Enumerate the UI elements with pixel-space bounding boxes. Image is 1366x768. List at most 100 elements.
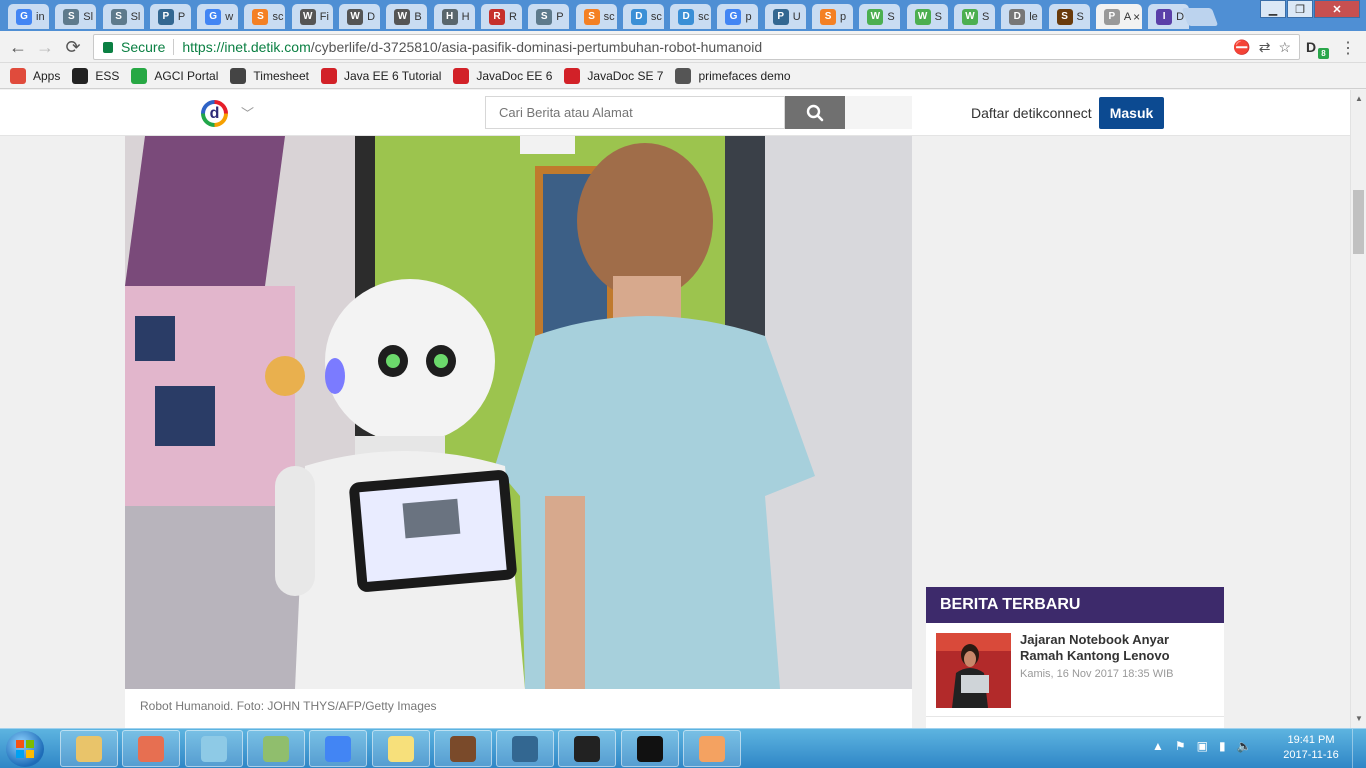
browser-tab[interactable]: HH [433,4,475,29]
bookmark-item[interactable]: JavaDoc SE 7 [564,67,663,84]
browser-tab[interactable]: P A × [1095,4,1142,29]
tab-title: sc [272,10,284,23]
device-icon[interactable]: ▣ [1197,739,1208,753]
scroll-thumb[interactable] [1353,190,1364,254]
header-spacer [845,96,912,129]
scroll-up-arrow-icon[interactable]: ▲ [1355,94,1363,103]
info-icon: I [1156,8,1173,25]
taskbar-app-button[interactable] [122,730,181,767]
lock-icon [103,41,113,53]
network-warning-icon[interactable]: ⚑ [1175,739,1186,753]
clock-date: 2017-11-16 [1283,749,1339,761]
java-ee-ide-icon [449,735,476,762]
tab-title: B [414,10,422,23]
url-host: https://inet.detik.com [182,39,311,55]
volume-icon[interactable]: 🔈 [1237,739,1252,753]
minimize-button[interactable]: ▁ [1260,0,1286,18]
blocked-content-icon[interactable]: ⛔ [1233,39,1250,56]
notes-icon [200,735,227,762]
browser-tab[interactable]: PP [149,4,191,29]
scroll-down-arrow-icon[interactable]: ▼ [1355,714,1363,723]
news-item[interactable]: Jajaran Notebook Anyar Ramah Kantong Len… [926,623,1224,717]
bookmark-item[interactable]: JavaDoc EE 6 [453,67,552,84]
firefox-icon [138,735,165,762]
primefaces-icon [675,67,692,84]
eclipse-icon [574,735,601,762]
taskbar-app-button[interactable] [246,730,305,767]
search-input[interactable] [485,96,785,129]
divider [173,39,175,55]
browser-tab[interactable]: SP [528,4,570,29]
bookmark-label: ESS [95,68,120,83]
tray-expand-icon[interactable]: ▲ [1152,739,1164,753]
browser-tab[interactable]: Gw [197,4,239,29]
system-clock[interactable]: 19:41 PM 2017-11-16 [1278,733,1344,763]
browser-tab[interactable]: Ssc [244,4,286,29]
taskbar-app-button[interactable] [60,730,118,767]
new-tab-button[interactable] [1181,8,1219,26]
browser-toolbar: ← → ⟳ Secure https://inet.detik.com/cybe… [0,31,1366,63]
browser-tab[interactable]: WD [339,4,381,29]
browser-tab[interactable]: S Sl [102,4,144,29]
reload-icon[interactable]: ⟳ [63,37,83,57]
omnibox-actions: ⛔ ⇄ ☆ [1233,39,1291,56]
browser-tab[interactable]: Ssc [575,4,617,29]
browser-tab[interactable]: WS [906,4,948,29]
taskbar-app-button[interactable] [683,730,741,767]
taskbar-app-button[interactable] [496,730,555,767]
address-bar[interactable]: Secure https://inet.detik.com/cyberlife/… [93,34,1300,60]
browser-tab[interactable]: Gp [717,4,759,29]
taskbar-app-button[interactable] [371,730,430,767]
show-desktop-button[interactable] [1352,729,1366,768]
translate-icon[interactable]: ⇄ [1259,39,1271,56]
browser-tab[interactable]: PU [764,4,806,29]
bookmark-item[interactable]: ESS [72,67,120,84]
chevron-down-icon[interactable]: ﹀ [241,103,254,122]
tab-title: S [934,10,942,23]
photo-caption: Robot Humanoid. Foto: JOHN THYS/AFP/Gett… [140,699,437,713]
maximize-button[interactable]: ❐ [1287,0,1313,18]
browser-tab[interactable]: RR [480,4,522,29]
browser-tab[interactable]: Dle [1001,4,1043,29]
taskbar-app-button[interactable] [620,730,679,767]
bookmark-item[interactable]: Apps [10,67,60,84]
browser-tab[interactable]: WS [859,4,901,29]
browser-tab[interactable]: Gin [8,4,49,29]
search-button[interactable] [785,96,845,129]
tab-close-icon[interactable]: × [1133,10,1140,24]
wikipedia-icon: W [394,8,411,25]
news-thumbnail[interactable] [936,633,1011,708]
redis-icon: R [488,8,505,25]
page-scrollbar[interactable]: ▲ ▼ [1350,90,1366,728]
taskbar-app-button[interactable] [184,730,243,767]
taskbar-app-button[interactable] [433,730,492,767]
browser-tab[interactable]: WB [386,4,428,29]
browser-tab[interactable]: SS [1048,4,1090,29]
close-window-button[interactable]: ✕ [1314,0,1360,18]
bookmark-item[interactable]: primefaces demo [675,67,791,84]
browser-tab[interactable]: WS [953,4,995,29]
tab-title: sc [603,10,615,23]
bookmark-item[interactable]: AGCI Portal [131,67,218,84]
menu-dots-icon[interactable]: ⋮ [1340,38,1356,58]
detik-logo[interactable]: d [201,100,228,127]
extension-icon[interactable]: D8 [1306,39,1329,59]
news-title[interactable]: Jajaran Notebook Anyar Ramah Kantong Len… [1020,632,1210,664]
browser-tab[interactable]: W Fi [291,4,333,29]
bookmark-item[interactable]: Java EE 6 Tutorial [320,67,441,84]
start-button[interactable] [6,731,44,767]
login-button[interactable]: Masuk [1099,97,1164,129]
bookmark-item[interactable]: Timesheet [230,67,309,84]
back-arrow-icon[interactable]: ← [8,37,28,57]
browser-tab[interactable]: S Sl [55,4,97,29]
signal-icon[interactable]: ▮ [1219,739,1226,753]
register-link[interactable]: Daftar detikconnect [971,105,1092,121]
taskbar-app-button[interactable] [558,730,617,767]
bookmark-star-icon[interactable]: ☆ [1278,39,1291,56]
forward-arrow-icon[interactable]: → [35,37,55,57]
taskbar-app-button[interactable] [309,730,368,767]
browser-tab[interactable]: Dsc [670,4,712,29]
article-photo [125,136,912,689]
browser-tab[interactable]: Sp [812,4,854,29]
browser-tab[interactable]: Dsc [622,4,664,29]
